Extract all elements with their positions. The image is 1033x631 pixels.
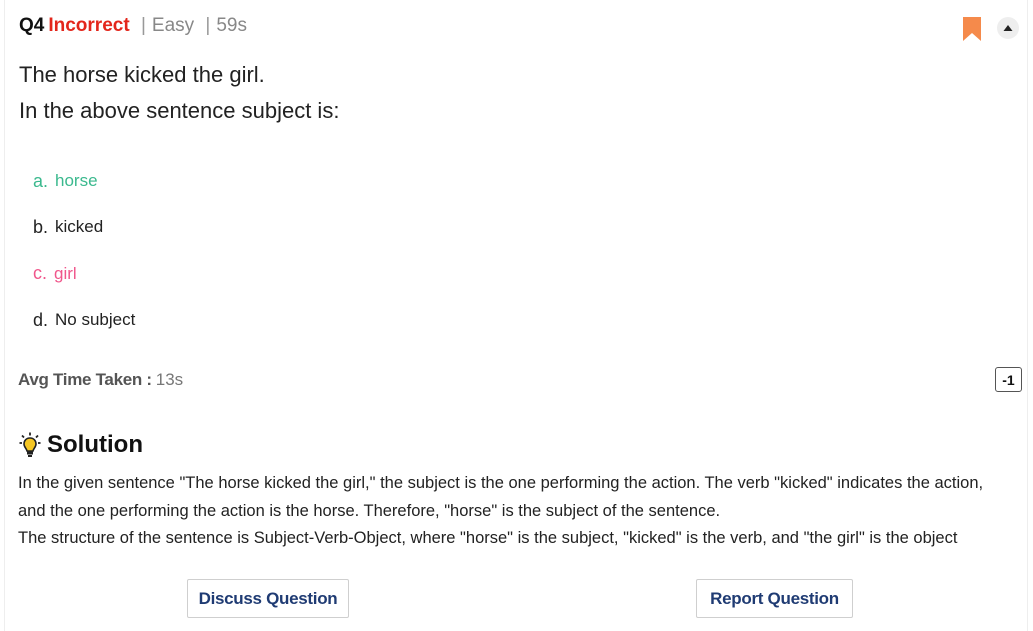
question-card: Q4 Incorrect | Easy | 59s The horse kicked … xyxy=(4,0,1028,631)
chevron-up-icon xyxy=(1003,25,1013,31)
time-taken: 59s xyxy=(216,15,247,36)
report-question-button[interactable]: Report Question xyxy=(696,579,853,618)
option-letter: a. xyxy=(33,170,49,191)
question-header: Q4 Incorrect | Easy | 59s xyxy=(19,15,247,37)
solution-line: and the one performing the action is the… xyxy=(18,501,721,520)
question-line: The horse kicked the girl. xyxy=(19,62,265,87)
option-a[interactable]: a. horse xyxy=(33,158,135,204)
result-status: Incorrect xyxy=(48,15,130,36)
discuss-question-button[interactable]: Discuss Question xyxy=(187,579,349,618)
lightbulb-icon xyxy=(19,432,41,457)
solution-heading: Solution xyxy=(19,431,143,459)
collapse-button[interactable] xyxy=(997,17,1019,39)
solution-line: The structure of the sentence is Subject… xyxy=(18,529,958,547)
solution-line: In the given sentence "The horse kicked … xyxy=(18,474,984,492)
separator: | xyxy=(205,15,211,36)
avg-time: Avg Time Taken :13s xyxy=(18,370,183,390)
question-line: In the above sentence subject is: xyxy=(19,98,340,123)
question-number: Q4 xyxy=(19,15,45,36)
option-letter: b. xyxy=(33,216,49,237)
avg-time-label: Avg Time Taken : xyxy=(18,370,152,389)
option-text: kicked xyxy=(55,217,104,237)
option-text: horse xyxy=(55,171,98,191)
option-letter: d. xyxy=(33,309,49,330)
solution-title: Solution xyxy=(47,431,143,458)
solution-text: In the given sentence "The horse kicked … xyxy=(18,470,1023,553)
option-text: No subject xyxy=(55,310,136,330)
option-b[interactable]: b. kicked xyxy=(33,204,135,250)
option-d[interactable]: d. No subject xyxy=(33,297,135,343)
score-badge: -1 xyxy=(995,367,1022,392)
question-text: The horse kicked the girl. In the above … xyxy=(19,57,339,129)
avg-time-value: 13s xyxy=(155,370,184,389)
options-list: a. horse b. kicked c. girl d. No subject xyxy=(33,158,135,343)
difficulty-label: Easy xyxy=(151,15,195,36)
option-text: girl xyxy=(54,263,77,283)
bookmark-icon[interactable] xyxy=(963,17,981,41)
option-c[interactable]: c. girl xyxy=(33,251,135,297)
separator: | xyxy=(140,15,146,36)
option-letter: c. xyxy=(33,263,48,284)
